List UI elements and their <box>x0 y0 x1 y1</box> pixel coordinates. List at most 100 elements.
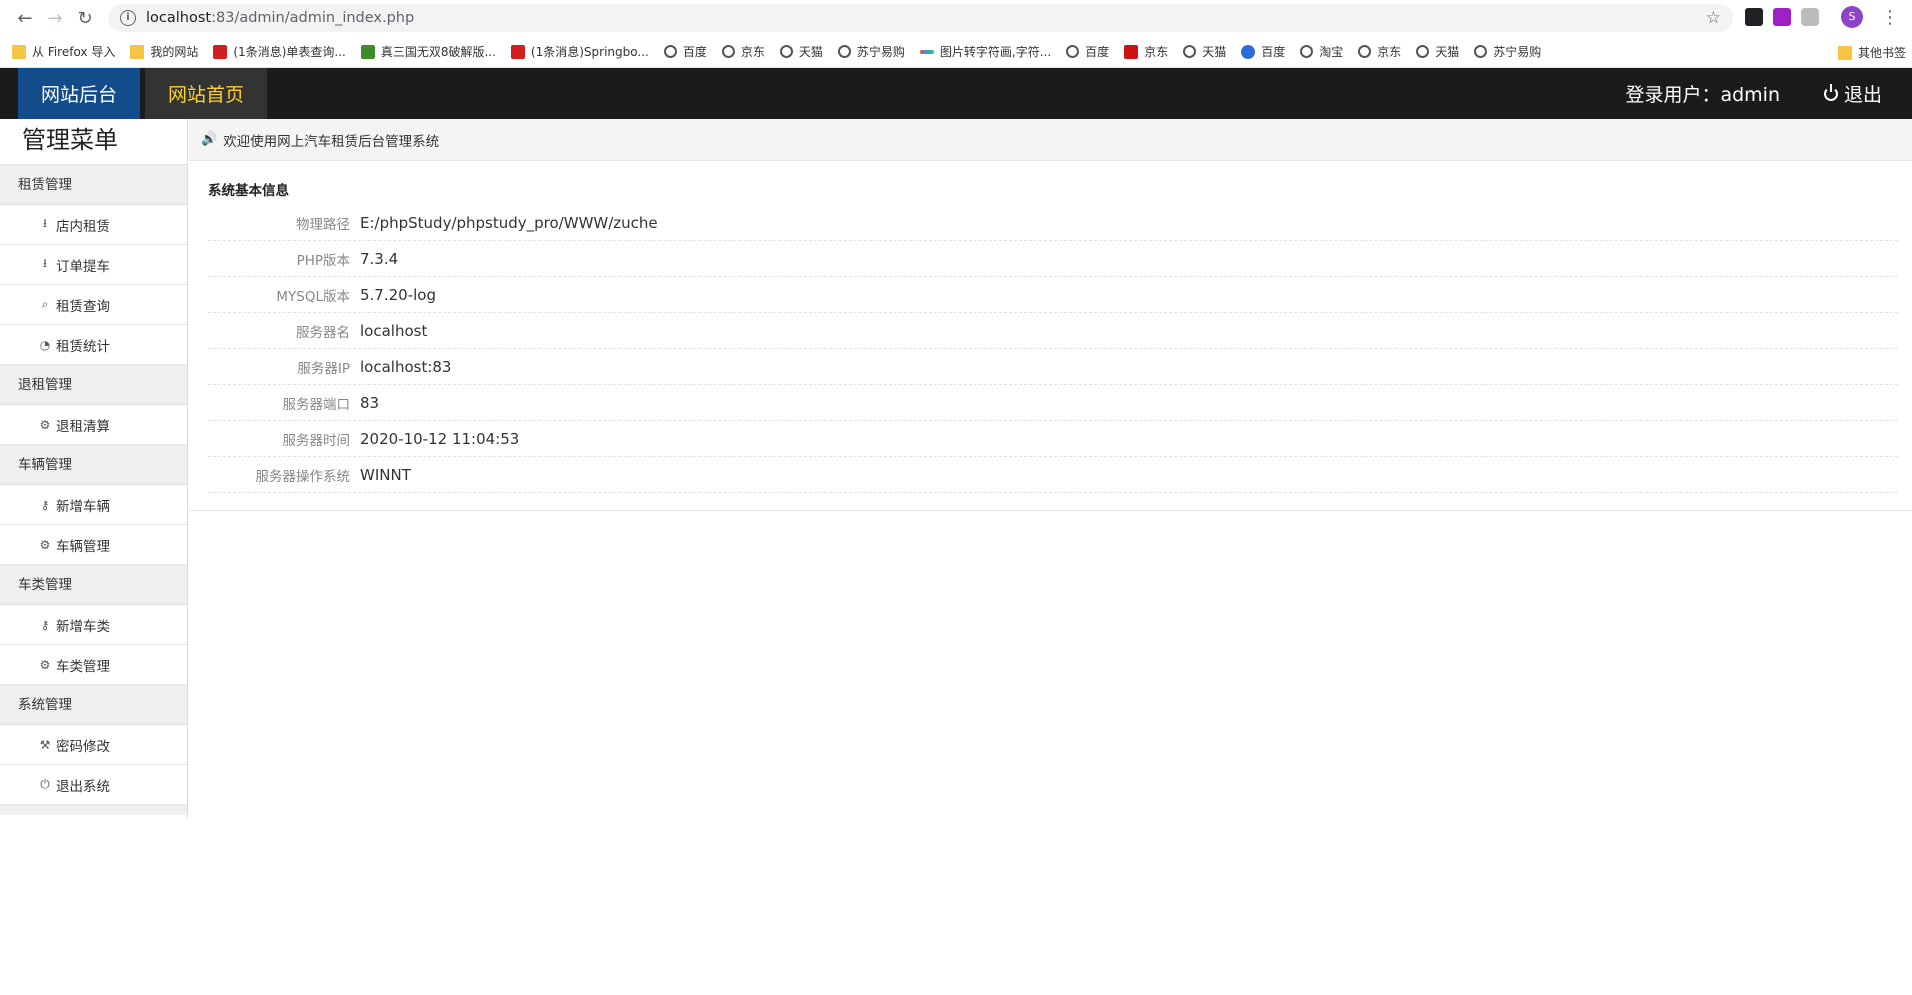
info-value: 2020-10-12 11:04:53 <box>360 429 520 448</box>
sidebar-item[interactable]: ⭳ 订单提车 <box>0 245 187 285</box>
bookmark-item[interactable]: 百度 <box>1066 43 1109 60</box>
sidebar-group-header[interactable]: 车类管理 <box>0 565 187 605</box>
browser-toolbar: ← → ↻ i localhost:83/admin/admin_index.p… <box>0 0 1912 36</box>
sidebar-item-label: 租赁查询 <box>56 298 110 315</box>
sidebar-item[interactable]: ◔ 租赁统计 <box>0 325 187 365</box>
bookmark-label: 从 Firefox 导入 <box>32 45 116 59</box>
bookmark-globe-icon <box>837 45 851 58</box>
download-icon: ⭳ <box>42 256 48 270</box>
info-value: 83 <box>360 393 380 412</box>
sidebar-item[interactable]: ⚷ 新增车辆 <box>0 485 187 525</box>
forward-arrow-icon[interactable]: → <box>40 3 70 33</box>
sidebar-item[interactable]: ⚙ 车类管理 <box>0 645 187 685</box>
info-row: 服务器时间 2020-10-12 11:04:53 <box>208 421 1898 457</box>
bookmark-label: 图片转字符画,字符... <box>939 45 1052 59</box>
bookmark-green-icon <box>360 44 375 59</box>
info-label: PHP版本 <box>296 252 350 269</box>
info-row: 服务器名 localhost <box>208 313 1898 349</box>
sidebar-item[interactable]: ⚙ 退租清算 <box>0 405 187 445</box>
camera-icon[interactable] <box>1801 8 1819 26</box>
sidebar-group-header[interactable]: 租赁管理 <box>0 165 187 205</box>
wrench-icon: ⚒ <box>39 737 51 752</box>
bookmark-item[interactable]: 京东 <box>1358 43 1401 60</box>
bookmark-globe-icon <box>1300 45 1314 58</box>
folder-icon <box>1837 45 1852 60</box>
bookmark-item[interactable]: 从 Firefox 导入 <box>12 43 115 60</box>
bookmark-globe-icon <box>1183 45 1197 58</box>
gear-icon: ⚙ <box>39 657 51 672</box>
app-header: 网站后台 网站首页 登录用户：admin 退出 <box>0 68 1912 119</box>
bookmark-label: 京东 <box>1377 45 1402 59</box>
bookmark-item[interactable]: 苏宁易购 <box>837 43 905 60</box>
sidebar-item-label: 新增车辆 <box>56 498 110 515</box>
bookmark-item[interactable]: (1条消息)单表查询... <box>213 43 346 60</box>
bookmark-item[interactable]: 京东 <box>721 43 765 60</box>
other-bookmarks[interactable]: 其他书签 <box>1837 44 1906 61</box>
bookmark-item[interactable]: 天猫 <box>1183 43 1226 60</box>
sidebar-group-header[interactable]: 车辆管理 <box>0 445 187 485</box>
bookmark-item[interactable]: 天猫 <box>779 43 823 60</box>
address-bar[interactable]: i localhost:83/admin/admin_index.php ☆ <box>108 4 1733 32</box>
bookmark-item[interactable]: 图片转字符画,字符... <box>919 43 1052 60</box>
bookmark-label: 淘宝 <box>1319 45 1344 59</box>
bookmark-item[interactable]: 真三国无双8破解版... <box>360 43 496 60</box>
bookmark-item[interactable]: 百度 <box>663 43 707 60</box>
sidebar-item[interactable]: ⚒ 密码修改 <box>0 725 187 765</box>
notice-text: 欢迎使用网上汽车租赁后台管理系统 <box>223 133 440 150</box>
extension-icons: S ⋮ <box>1745 6 1899 28</box>
key-icon: ⚷ <box>40 617 50 632</box>
power-icon <box>1823 83 1838 101</box>
reload-icon[interactable]: ↻ <box>70 3 100 33</box>
extension-icon[interactable] <box>1745 8 1763 26</box>
site-info-icon[interactable]: i <box>120 10 136 26</box>
sidebar-item[interactable]: ⚷ 新增车类 <box>0 605 187 645</box>
info-row: 服务器操作系统 WINNT <box>208 457 1898 493</box>
logged-in-user: 登录用户：admin <box>1625 84 1780 106</box>
bookmark-item[interactable]: 淘宝 <box>1300 43 1343 60</box>
bookmark-star-icon[interactable]: ☆ <box>1706 8 1721 28</box>
extension-icon[interactable] <box>1773 8 1791 26</box>
info-label: 物理路径 <box>296 216 350 233</box>
pie-chart-icon: ◔ <box>39 337 51 352</box>
info-value: E:/phpStudy/phpstudy_pro/WWW/zuche <box>360 213 658 232</box>
bookmark-label: 我的网站 <box>150 45 199 59</box>
sidebar-title: 管理菜单 <box>0 119 187 165</box>
bookmark-jd-icon <box>1124 44 1139 59</box>
browser-menu-icon[interactable]: ⋮ <box>1881 7 1899 28</box>
bookmark-item[interactable]: 百度 <box>1241 43 1285 60</box>
bookmark-label: 京东 <box>740 45 765 59</box>
bookmark-item[interactable]: 京东 <box>1124 43 1168 60</box>
gear-icon: ⚙ <box>39 417 51 432</box>
sidebar-group-header[interactable]: 系统管理 <box>0 685 187 725</box>
sidebar-item-label: 租赁统计 <box>56 338 110 355</box>
sidebar-item-label: 密码修改 <box>56 738 110 755</box>
info-label: 服务器名 <box>296 324 350 341</box>
sidebar-item[interactable]: ⌕ 租赁查询 <box>0 285 187 325</box>
info-row: 物理路径 E:/phpStudy/phpstudy_pro/WWW/zuche <box>208 205 1898 241</box>
sidebar: 管理菜单 租赁管理 ⭳ 店内租赁 ⭳ 订单提车 ⌕ 租赁查询 ◔ 租赁统计退租管理 ⚙ 退租清算车辆… <box>0 119 188 819</box>
info-label: 服务器IP <box>297 360 350 377</box>
bookmark-item[interactable]: (1条消息)Springbo... <box>510 43 649 60</box>
sidebar-item[interactable]: ⭳ 店内租赁 <box>0 205 187 245</box>
sidebar-item-label: 车类管理 <box>56 658 110 675</box>
brand-tab[interactable]: 网站后台 <box>18 68 140 119</box>
info-label: 服务器时间 <box>282 432 351 449</box>
bookmark-globe-icon <box>1474 45 1488 58</box>
profile-avatar[interactable]: S <box>1841 6 1863 28</box>
search-icon: ⌕ <box>41 297 49 311</box>
bookmark-item[interactable]: 天猫 <box>1416 43 1459 60</box>
home-tab[interactable]: 网站首页 <box>145 68 267 119</box>
sidebar-item[interactable]: ⏻ 退出系统 <box>0 765 187 805</box>
bookmark-item[interactable]: 苏宁易购 <box>1474 43 1541 60</box>
info-value: localhost:83 <box>360 357 452 376</box>
sidebar-item-label: 退租清算 <box>56 418 110 435</box>
bookmark-red-icon <box>510 44 525 59</box>
sidebar-group-header[interactable]: 退租管理 <box>0 365 187 405</box>
bookmark-label: 百度 <box>1085 45 1110 59</box>
speaker-icon: 🔊 <box>201 132 218 147</box>
logout-button[interactable]: 退出 <box>1823 68 1882 119</box>
bookmark-item[interactable]: 我的网站 <box>130 43 198 60</box>
sidebar-item[interactable]: ⚙ 车辆管理 <box>0 525 187 565</box>
bookmark-label: 天猫 <box>798 45 823 59</box>
back-arrow-icon[interactable]: ← <box>10 3 40 33</box>
